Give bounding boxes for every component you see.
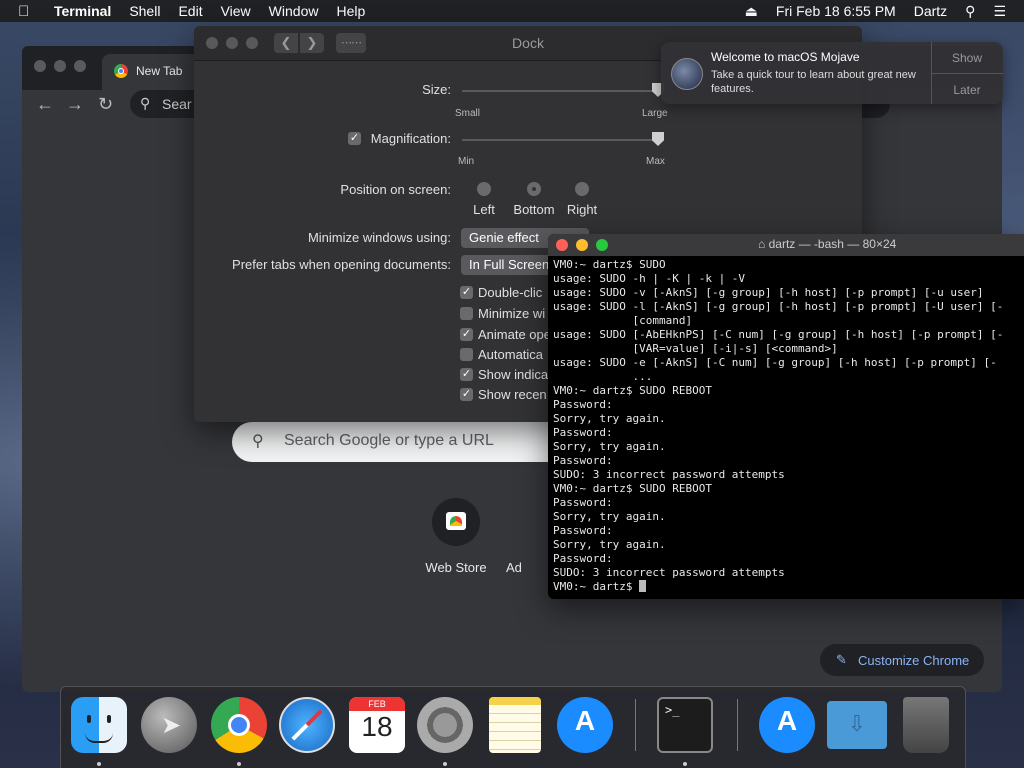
customize-chrome-button[interactable]: ✎ Customize Chrome: [820, 644, 984, 676]
shortcut-web-store[interactable]: Web Store: [416, 498, 496, 575]
menu-app-name[interactable]: Terminal: [54, 3, 111, 19]
magnification-slider-thumb[interactable]: [652, 132, 664, 146]
close-button[interactable]: [34, 60, 46, 72]
downloads-folder-icon[interactable]: ⇩: [827, 701, 887, 749]
later-button[interactable]: Later: [931, 83, 1003, 97]
pencil-icon: ✎: [836, 652, 847, 667]
menu-help[interactable]: Help: [336, 3, 365, 19]
zoom-button[interactable]: [596, 239, 608, 251]
search-placeholder: Search Google or type a URL: [284, 432, 494, 449]
checkbox-show-recent[interactable]: ✓: [460, 388, 473, 401]
size-min-label: Small: [455, 108, 481, 119]
magnification-slider[interactable]: [462, 139, 658, 141]
customize-label: Customize Chrome: [858, 653, 970, 668]
calendar-day: 18: [361, 711, 393, 742]
dock-separator: [635, 699, 636, 751]
shortcut-add[interactable]: Ad: [506, 498, 546, 575]
checkbox-show-indicators[interactable]: ✓: [460, 368, 473, 381]
shortcut-label: Web Store: [425, 560, 487, 575]
checkbox-label: Minimize wi: [478, 306, 546, 321]
minimize-button[interactable]: [576, 239, 588, 251]
checkbox-label: Show indica: [478, 367, 549, 382]
tab-title: New Tab: [136, 64, 183, 78]
finder-icon[interactable]: [71, 697, 127, 753]
show-button[interactable]: Show: [931, 51, 1003, 65]
position-bottom-radio[interactable]: [527, 182, 541, 196]
checkbox-label: Show recen: [478, 387, 547, 402]
app-store-download-icon[interactable]: A: [759, 697, 815, 753]
size-label: Size:: [422, 82, 451, 97]
size-slider[interactable]: [462, 90, 658, 92]
running-indicator: [683, 762, 687, 766]
spotlight-icon[interactable]: ⚲: [965, 3, 975, 20]
close-button[interactable]: [556, 239, 568, 251]
terminal-output[interactable]: VM0:~ dartz$ SUDO usage: SUDO -h | -K | …: [553, 258, 1003, 594]
divider: [931, 73, 1003, 74]
terminal-window[interactable]: ⌂ dartz — -bash — 80×24 VM0:~ dartz$ SUD…: [548, 234, 1024, 599]
forward-arrow-icon[interactable]: →: [66, 94, 84, 115]
notification-title: Welcome to macOS Mojave: [711, 50, 860, 64]
magnification-label: Magnification:: [370, 131, 451, 146]
calendar-icon[interactable]: FEB 18: [349, 697, 405, 753]
menu-edit[interactable]: Edit: [178, 3, 202, 19]
safari-icon[interactable]: [279, 697, 335, 753]
back-arrow-icon[interactable]: ←: [36, 94, 54, 115]
apple-menu-icon[interactable]: : [18, 3, 38, 20]
notes-icon[interactable]: [489, 697, 541, 753]
menubar-user[interactable]: Dartz: [914, 3, 947, 19]
checkbox-label: Animate ope: [478, 327, 551, 342]
search-icon: ⚲: [140, 95, 151, 111]
position-right-radio[interactable]: [575, 182, 589, 196]
running-indicator: [97, 762, 101, 766]
terminal-dock-icon[interactable]: >_: [657, 697, 713, 753]
position-right-label: Right: [566, 202, 598, 217]
position-label: Position on screen:: [340, 182, 451, 197]
chrome-dock-icon[interactable]: [211, 697, 267, 753]
menu-shell[interactable]: Shell: [129, 3, 160, 19]
system-preferences-icon[interactable]: [417, 697, 473, 753]
checkbox-label: Double-clic: [478, 285, 543, 300]
running-indicator: [237, 762, 241, 766]
omnibox-placeholder: Sear: [162, 96, 192, 112]
notification-center-icon[interactable]: ☰: [993, 3, 1006, 20]
mag-min-label: Min: [458, 156, 475, 167]
menu-bar:  Terminal Shell Edit View Window Help ⏏…: [0, 0, 1024, 22]
tabs-label: Prefer tabs when opening documents:: [232, 257, 451, 272]
mag-max-label: Max: [646, 156, 665, 167]
position-left-radio[interactable]: [477, 182, 491, 196]
checkbox-label: Automatica: [478, 347, 544, 362]
app-store-icon[interactable]: A: [557, 697, 613, 753]
checkbox-animate[interactable]: ✓: [460, 328, 473, 341]
terminal-title: dartz — -bash — 80×24: [768, 237, 897, 251]
menu-view[interactable]: View: [221, 3, 251, 19]
shortcut-label: Ad: [506, 560, 522, 575]
minimize-label: Minimize windows using:: [307, 230, 451, 245]
home-folder-icon: ⌂: [758, 237, 769, 251]
macos-mojave-icon: [671, 58, 703, 90]
terminal-titlebar: ⌂ dartz — -bash — 80×24: [548, 234, 1024, 256]
calendar-month: FEB: [349, 697, 405, 711]
terminal-cursor: [639, 580, 647, 592]
notification-body: Take a quick tour to learn about great n…: [711, 69, 916, 95]
checkbox-auto-hide[interactable]: [460, 348, 473, 361]
eject-icon[interactable]: ⏏: [745, 3, 758, 20]
reload-icon[interactable]: ↻: [98, 94, 113, 115]
zoom-button[interactable]: [74, 60, 86, 72]
size-max-label: Large: [642, 108, 668, 119]
chrome-icon: [114, 64, 128, 78]
checkbox-minimize-into-icon[interactable]: [460, 307, 473, 320]
dock: ➤ FEB 18 A >_ A ⇩: [60, 686, 966, 768]
checkbox-double-click[interactable]: ✓: [460, 286, 473, 299]
mojave-notification[interactable]: Welcome to macOS Mojave Take a quick tou…: [661, 42, 1003, 104]
menu-window[interactable]: Window: [269, 3, 319, 19]
minimize-button[interactable]: [54, 60, 66, 72]
trash-icon[interactable]: [903, 697, 949, 753]
launchpad-icon[interactable]: ➤: [141, 697, 197, 753]
running-indicator: [443, 762, 447, 766]
web-store-icon: [432, 498, 480, 546]
dock-separator: [737, 699, 738, 751]
menubar-clock[interactable]: Fri Feb 18 6:55 PM: [776, 3, 896, 19]
search-icon: ⚲: [252, 433, 264, 450]
terminal-prompt-glyph: >_: [665, 703, 680, 717]
